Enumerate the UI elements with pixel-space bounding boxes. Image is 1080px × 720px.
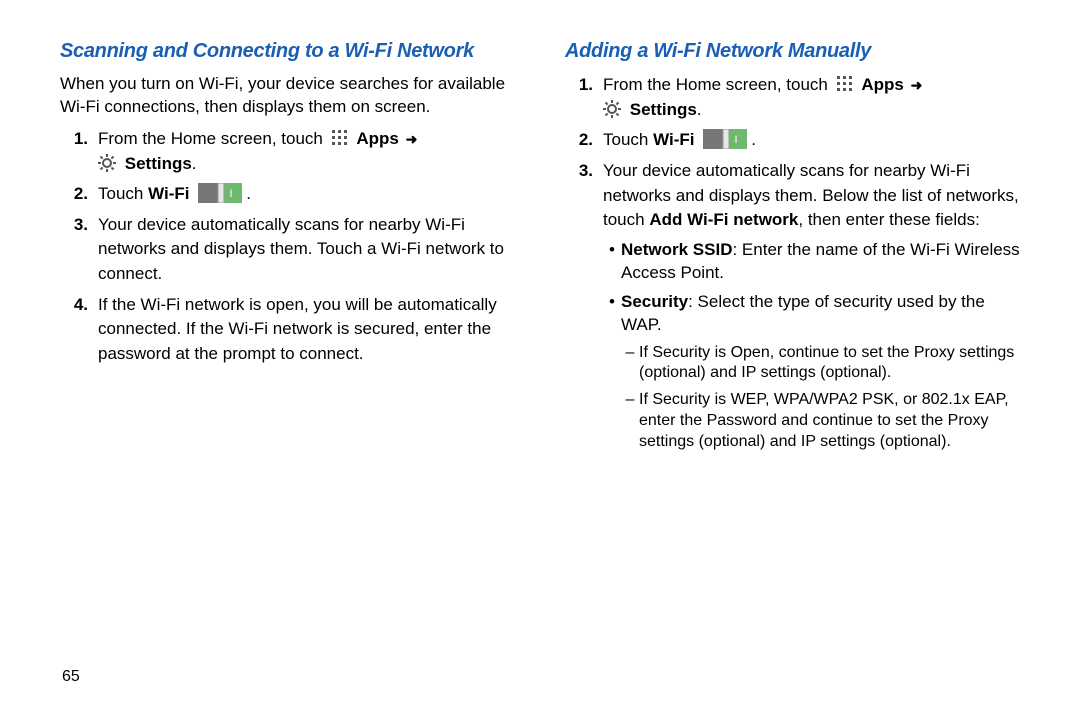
security-sublist: – If Security is Open, continue to set t… (621, 343, 1030, 453)
svg-text:I: I (735, 134, 738, 146)
settings-icon (98, 154, 116, 172)
period: . (697, 100, 702, 119)
dash-body: If Security is Open, continue to set the… (639, 343, 1030, 385)
step-body: Touch Wi-Fi I . (603, 128, 1030, 153)
step-number: 1. (60, 127, 98, 152)
bullet-security: • Security: Select the type of security … (603, 291, 1030, 459)
field-bullets: • Network SSID: Enter the name of the Wi… (603, 239, 1030, 459)
period: . (192, 154, 197, 173)
settings-icon (603, 100, 621, 118)
add-wifi-network-label: Add Wi-Fi network (649, 210, 798, 229)
step-number: 3. (565, 159, 603, 184)
wifi-toggle-icon: I (198, 183, 242, 203)
wifi-label: Wi-Fi (148, 184, 189, 203)
apps-icon (836, 75, 854, 93)
settings-label: Settings (125, 154, 192, 173)
step-3: 3. Your device automatically scans for n… (60, 213, 525, 287)
arrow-right-icon (404, 129, 420, 148)
section-heading-adding: Adding a Wi-Fi Network Manually (565, 40, 1030, 63)
text: From the Home screen, touch (603, 75, 833, 94)
field-label: Security (621, 292, 688, 311)
apps-label: Apps (861, 75, 904, 94)
bullet-body: Security: Select the type of security us… (621, 291, 1030, 459)
step-body: Your device automatically scans for near… (98, 213, 525, 287)
wifi-toggle-icon: I (703, 129, 747, 149)
apps-label: Apps (356, 129, 399, 148)
step-body: Touch Wi-Fi I . (98, 182, 525, 207)
dash-marker: – (621, 343, 639, 385)
step-1: 1. From the Home screen, touch Apps (565, 73, 1030, 122)
steps-list-left: 1. From the Home screen, touch Apps (60, 127, 525, 367)
apps-icon (331, 129, 349, 147)
step-body: If the Wi-Fi network is open, you will b… (98, 293, 525, 367)
text: , then enter these fields: (798, 210, 979, 229)
step-2: 2. Touch Wi-Fi I . (565, 128, 1030, 153)
dash-body: If Security is WEP, WPA/WPA2 PSK, or 802… (639, 390, 1030, 452)
step-3: 3. Your device automatically scans for n… (565, 159, 1030, 465)
text: Touch (603, 130, 653, 149)
text: From the Home screen, touch (98, 129, 328, 148)
dash-marker: – (621, 390, 639, 452)
step-body: From the Home screen, touch Apps (98, 127, 525, 176)
period: . (751, 130, 756, 149)
step-body: From the Home screen, touch Apps (603, 73, 1030, 122)
text: Touch (98, 184, 148, 203)
steps-list-right: 1. From the Home screen, touch Apps (565, 73, 1030, 465)
bullet-body: Network SSID: Enter the name of the Wi-F… (621, 239, 1030, 285)
intro-paragraph: When you turn on Wi-Fi, your device sear… (60, 73, 525, 119)
step-number: 1. (565, 73, 603, 98)
bullet-marker: • (603, 291, 621, 459)
step-4: 4. If the Wi-Fi network is open, you wil… (60, 293, 525, 367)
step-body: Your device automatically scans for near… (603, 159, 1030, 465)
step-number: 2. (565, 128, 603, 153)
svg-text:I: I (230, 188, 233, 200)
right-column: Adding a Wi-Fi Network Manually 1. From … (565, 40, 1030, 471)
settings-label: Settings (630, 100, 697, 119)
wifi-label: Wi-Fi (653, 130, 694, 149)
step-number: 3. (60, 213, 98, 238)
section-heading-scanning: Scanning and Connecting to a Wi-Fi Netwo… (60, 40, 525, 63)
field-label: Network SSID (621, 240, 732, 259)
step-number: 4. (60, 293, 98, 318)
manual-page: Scanning and Connecting to a Wi-Fi Netwo… (0, 0, 1080, 491)
bullet-network-ssid: • Network SSID: Enter the name of the Wi… (603, 239, 1030, 285)
step-number: 2. (60, 182, 98, 207)
page-number: 65 (62, 668, 80, 686)
dash-secured: – If Security is WEP, WPA/WPA2 PSK, or 8… (621, 390, 1030, 452)
dash-open: – If Security is Open, continue to set t… (621, 343, 1030, 385)
arrow-right-icon (909, 75, 925, 94)
step-2: 2. Touch Wi-Fi I . (60, 182, 525, 207)
step-1: 1. From the Home screen, touch Apps (60, 127, 525, 176)
bullet-marker: • (603, 239, 621, 285)
period: . (246, 184, 251, 203)
left-column: Scanning and Connecting to a Wi-Fi Netwo… (60, 40, 525, 471)
